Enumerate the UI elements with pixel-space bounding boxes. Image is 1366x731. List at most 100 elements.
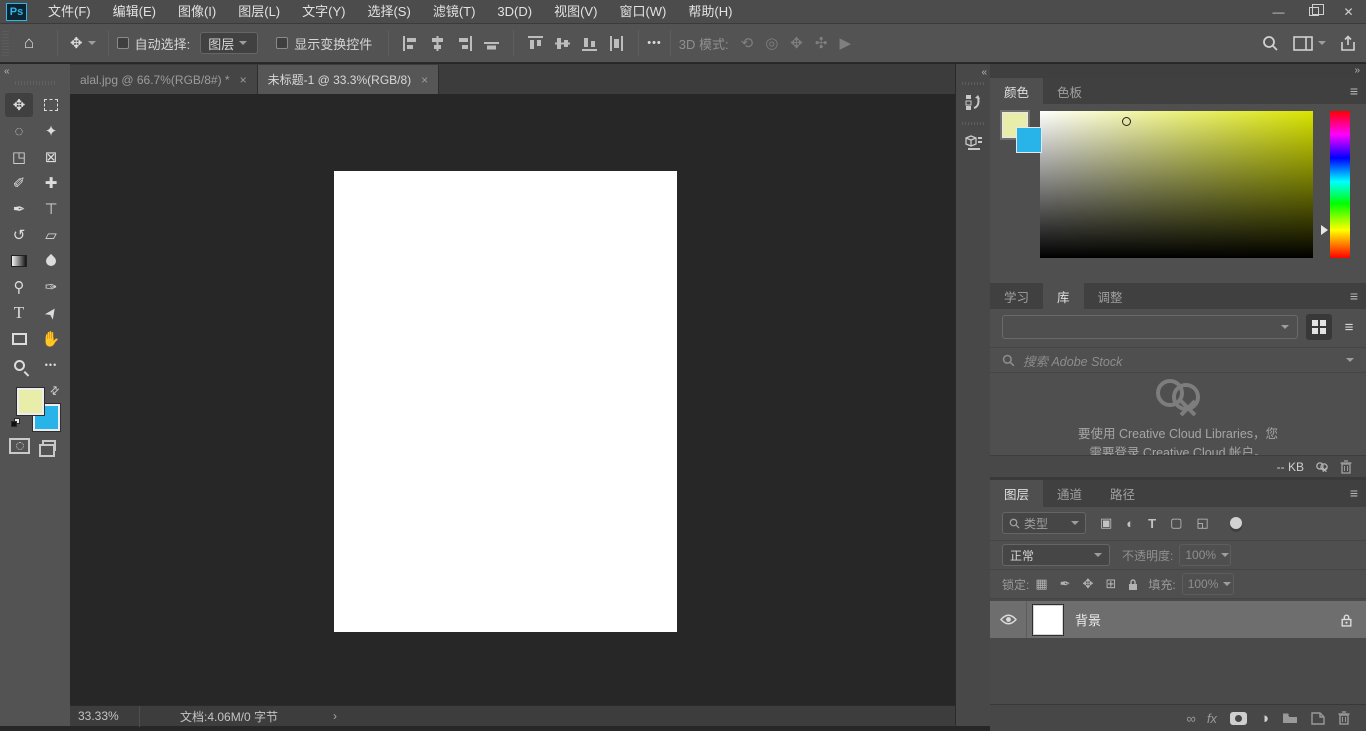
tool-preset-button[interactable]: ✥: [66, 34, 100, 52]
layer-visibility-toggle[interactable]: [990, 601, 1027, 638]
filter-shape-layers-icon[interactable]: ▢: [1170, 515, 1182, 531]
tool-rectangle[interactable]: [5, 327, 33, 351]
3d-pan-icon[interactable]: ✥: [790, 34, 803, 52]
document-tab[interactable]: alal.jpg @ 66.7%(RGB/8#) * ×: [70, 65, 258, 94]
color-field[interactable]: [1040, 111, 1313, 258]
tool-rectangular-marquee[interactable]: [37, 93, 65, 117]
tool-healing-brush[interactable]: ✚: [37, 171, 65, 195]
screen-mode-button[interactable]: [42, 440, 56, 451]
lock-position-icon[interactable]: ✥: [1083, 576, 1094, 592]
tool-path-selection[interactable]: ➤: [37, 301, 65, 325]
tool-magic-wand[interactable]: ✦: [37, 119, 65, 143]
tool-edit-toolbar[interactable]: •••: [37, 353, 65, 377]
collapse-toolbar-icon[interactable]: «: [4, 66, 8, 77]
panel-menu-icon[interactable]: ≡: [1350, 288, 1358, 304]
new-adjustment-layer-icon[interactable]: ◑: [1260, 710, 1269, 727]
new-layer-icon[interactable]: [1311, 712, 1325, 725]
close-tab-icon[interactable]: ×: [240, 73, 247, 87]
tab-layers[interactable]: 图层: [990, 480, 1043, 507]
toolbar-grip[interactable]: [15, 81, 55, 85]
lock-transparency-icon[interactable]: ▦: [1035, 576, 1047, 592]
tool-gradient[interactable]: [5, 249, 33, 273]
tab-channels[interactable]: 通道: [1043, 480, 1096, 507]
list-view-button[interactable]: ≡: [1336, 314, 1362, 340]
home-button[interactable]: ⌂: [9, 33, 49, 53]
status-expand-icon[interactable]: ›: [333, 709, 337, 723]
lock-all-icon[interactable]: [1128, 578, 1138, 591]
close-tab-icon[interactable]: ×: [421, 73, 428, 87]
layer-row-background[interactable]: 背景: [990, 601, 1366, 638]
more-align-options-button[interactable]: •••: [647, 37, 662, 49]
delete-library-icon[interactable]: [1340, 460, 1352, 474]
search-icon[interactable]: [1262, 35, 1279, 52]
menu-select[interactable]: 选择(S): [356, 0, 421, 24]
fill-dropdown[interactable]: 100%: [1182, 573, 1234, 595]
layer-thumbnail[interactable]: [1033, 605, 1063, 635]
distribute-horizontal-icon[interactable]: [483, 35, 500, 52]
filter-smart-objects-icon[interactable]: ◱: [1196, 515, 1208, 531]
menu-image[interactable]: 图像(I): [167, 0, 227, 24]
link-layers-icon[interactable]: ∞: [1187, 711, 1194, 726]
menu-view[interactable]: 视图(V): [543, 0, 608, 24]
document-canvas[interactable]: [334, 171, 677, 632]
delete-layer-icon[interactable]: [1338, 711, 1350, 725]
menu-type[interactable]: 文字(Y): [291, 0, 356, 24]
library-select-dropdown[interactable]: [1002, 315, 1298, 339]
blend-mode-dropdown[interactable]: 正常: [1002, 544, 1110, 566]
align-vertical-centers-icon[interactable]: [554, 35, 571, 52]
3d-roll-icon[interactable]: ◎: [765, 34, 778, 52]
tool-zoom[interactable]: [5, 353, 33, 377]
tool-blur[interactable]: [37, 249, 65, 273]
stock-search-field[interactable]: 搜索 Adobe Stock: [990, 347, 1366, 373]
switch-colors-icon[interactable]: ⇄: [47, 383, 63, 399]
color-field-marker[interactable]: [1122, 117, 1131, 126]
default-colors-icon[interactable]: [11, 418, 20, 427]
history-panel-button[interactable]: [959, 87, 988, 117]
menu-window[interactable]: 窗口(W): [608, 0, 677, 24]
filter-pixel-layers-icon[interactable]: ▣: [1100, 515, 1112, 531]
workspace-switcher-button[interactable]: [1293, 36, 1326, 51]
3d-camera-icon[interactable]: ▶: [839, 34, 851, 52]
tool-dodge[interactable]: ⚲: [5, 275, 33, 299]
foreground-color-swatch[interactable]: [17, 388, 44, 415]
tool-pen[interactable]: ✑: [37, 275, 65, 299]
share-icon[interactable]: [1340, 35, 1356, 52]
collapse-dock-icon[interactable]: »: [1354, 65, 1358, 76]
add-layer-mask-icon[interactable]: [1230, 712, 1247, 725]
restore-button[interactable]: [1296, 0, 1331, 24]
filter-toggle-switch[interactable]: [1230, 517, 1242, 529]
tool-eraser[interactable]: ▱: [37, 223, 65, 247]
options-grip[interactable]: [2, 30, 9, 56]
tool-history-brush[interactable]: ↺: [5, 223, 33, 247]
3d-slide-icon[interactable]: ✣: [815, 34, 828, 52]
distribute-vertical-icon[interactable]: [608, 35, 625, 52]
menu-help[interactable]: 帮助(H): [677, 0, 743, 24]
document-tab-active[interactable]: 未标题-1 @ 33.3%(RGB/8) ×: [258, 65, 440, 94]
canvas-area[interactable]: [70, 94, 955, 705]
hue-slider[interactable]: [1330, 111, 1350, 258]
align-horizontal-centers-icon[interactable]: [429, 35, 446, 52]
quick-mask-button[interactable]: [9, 438, 30, 454]
tab-paths[interactable]: 路径: [1096, 480, 1149, 507]
tab-adjustments[interactable]: 调整: [1084, 283, 1137, 309]
close-button[interactable]: ✕: [1331, 0, 1366, 24]
lock-artboard-icon[interactable]: ⊞: [1105, 576, 1116, 592]
align-right-edges-icon[interactable]: [456, 35, 473, 52]
tool-lasso[interactable]: ◌: [5, 119, 33, 143]
filter-type-dropdown[interactable]: 类型: [1002, 512, 1086, 534]
tool-type[interactable]: T: [5, 301, 33, 325]
tool-brush[interactable]: ✒: [5, 197, 33, 221]
menu-file[interactable]: 文件(F): [37, 0, 102, 24]
3d-orbit-icon[interactable]: ⟲: [741, 34, 754, 52]
lock-pixels-icon[interactable]: ✒: [1060, 576, 1071, 592]
filter-adjustment-layers-icon[interactable]: ◐: [1126, 516, 1134, 531]
menu-edit[interactable]: 编辑(E): [102, 0, 167, 24]
tool-hand[interactable]: ✋: [37, 327, 65, 351]
tab-swatches[interactable]: 色板: [1043, 78, 1096, 104]
cc-sync-icon[interactable]: [1314, 460, 1330, 474]
panel-menu-icon[interactable]: ≡: [1350, 83, 1358, 99]
filter-type-layers-icon[interactable]: T: [1148, 516, 1156, 531]
layer-style-fx-icon[interactable]: fx: [1207, 711, 1217, 726]
align-left-edges-icon[interactable]: [402, 35, 419, 52]
tool-crop[interactable]: ◳: [5, 145, 33, 169]
